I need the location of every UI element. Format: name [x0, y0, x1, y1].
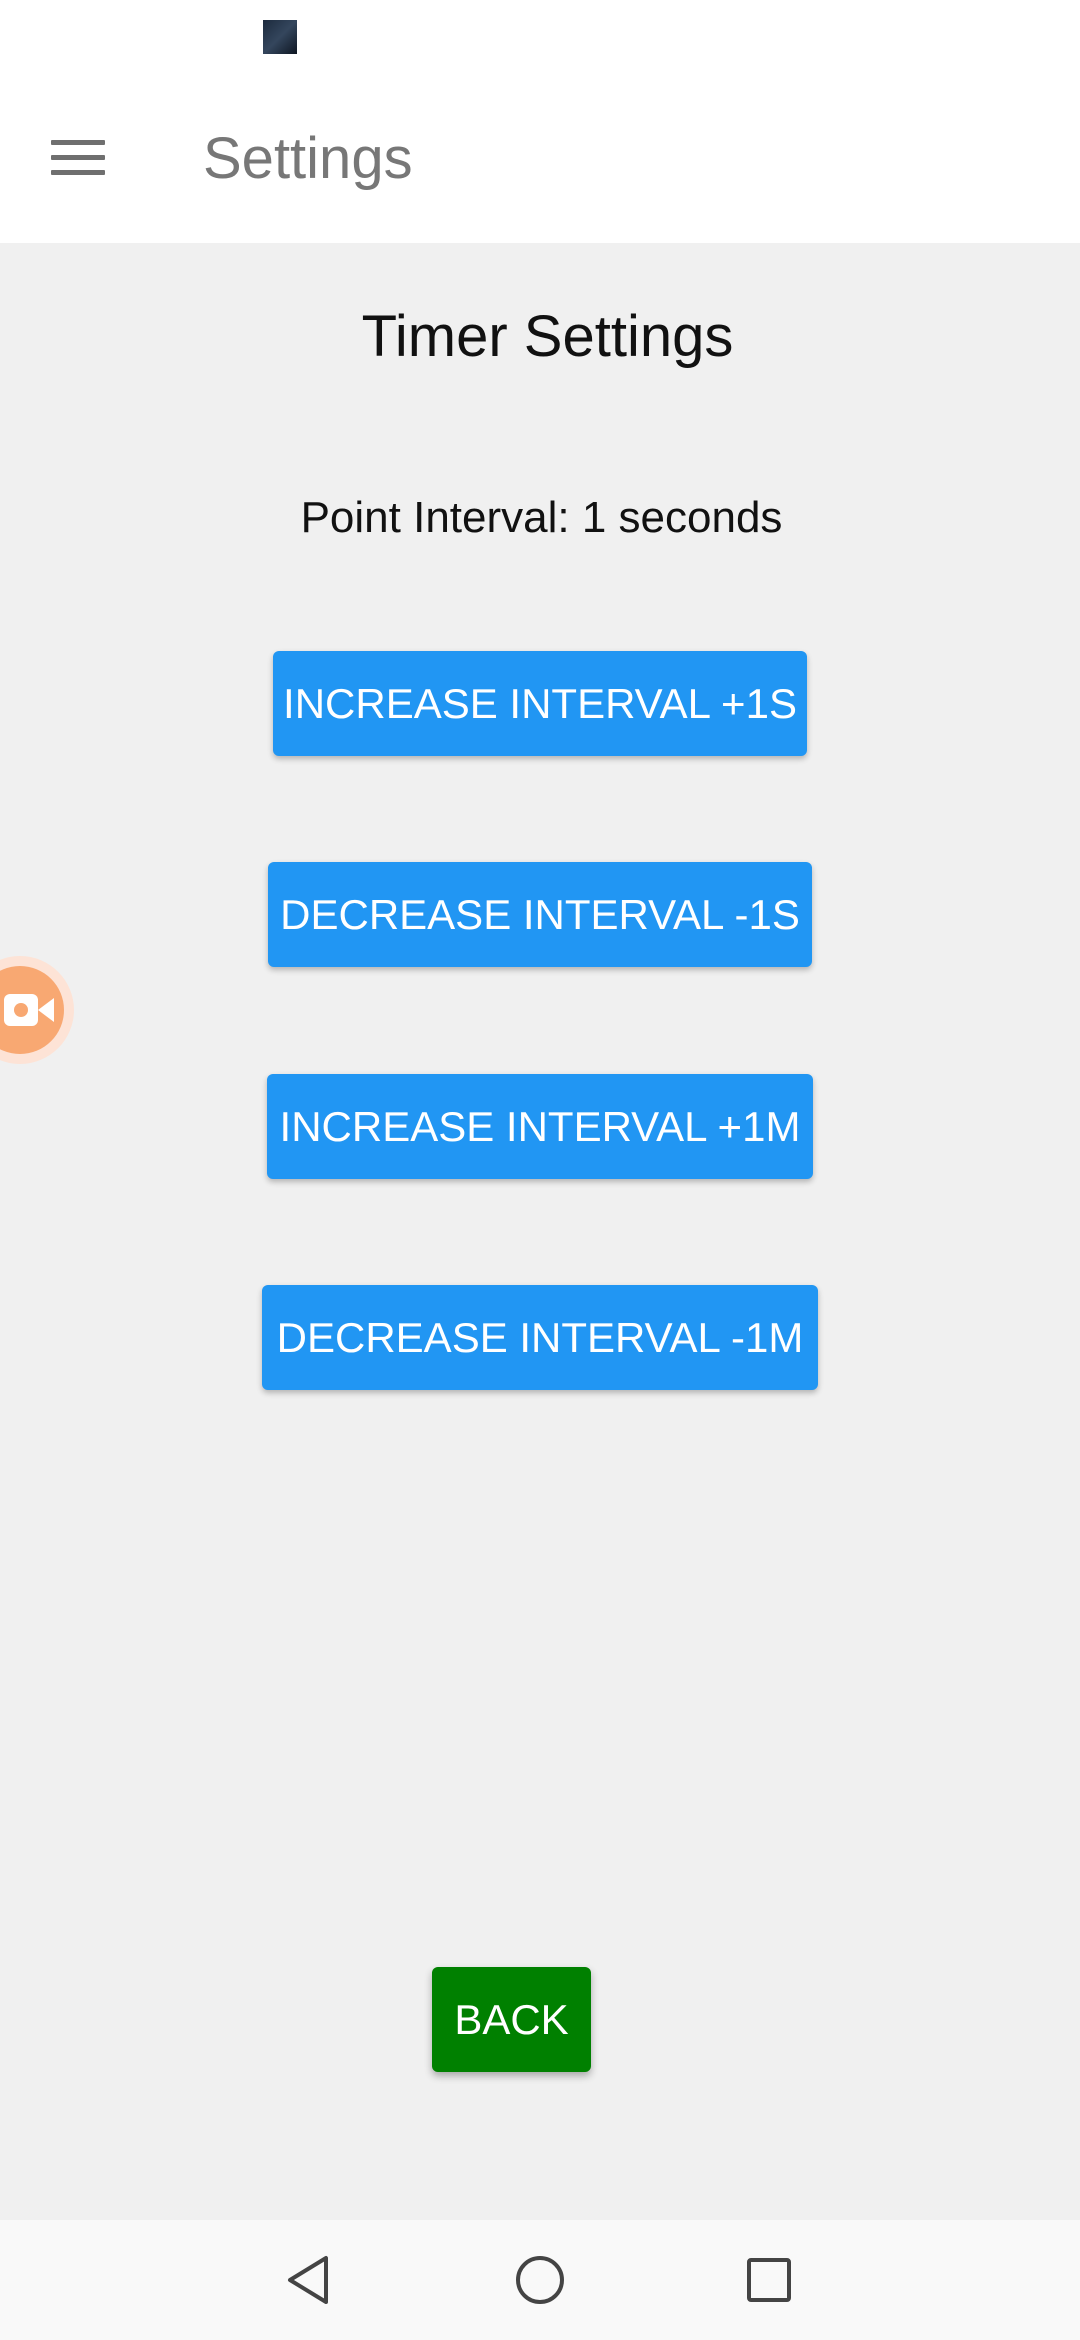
decrease-interval-1m-button[interactable]: DECREASE INTERVAL -1M	[262, 1285, 818, 1390]
increase-interval-1m-button[interactable]: INCREASE INTERVAL +1M	[267, 1074, 813, 1179]
point-interval-label: Point Interval: 1 seconds	[300, 493, 783, 542]
decrease-interval-1s-button[interactable]: DECREASE INTERVAL -1S	[268, 862, 812, 967]
circle-home-icon[interactable]	[505, 2245, 575, 2315]
app-bar: Settings	[0, 80, 1080, 243]
square-recents-icon[interactable]	[734, 2245, 804, 2315]
triangle-back-icon[interactable]	[274, 2245, 344, 2315]
page-heading: Timer Settings	[361, 304, 734, 369]
back-button[interactable]: BACK	[432, 1967, 591, 2072]
notification-thumbnail-icon	[263, 20, 297, 54]
system-navigation-bar	[0, 2220, 1080, 2340]
hamburger-menu-icon[interactable]	[38, 118, 118, 198]
status-bar	[0, 0, 1080, 80]
video-camera-icon	[4, 994, 54, 1026]
screen-recorder-bubble[interactable]	[0, 956, 74, 1064]
app-bar-title: Settings	[203, 126, 413, 191]
increase-interval-1s-button[interactable]: INCREASE INTERVAL +1S	[273, 651, 807, 756]
